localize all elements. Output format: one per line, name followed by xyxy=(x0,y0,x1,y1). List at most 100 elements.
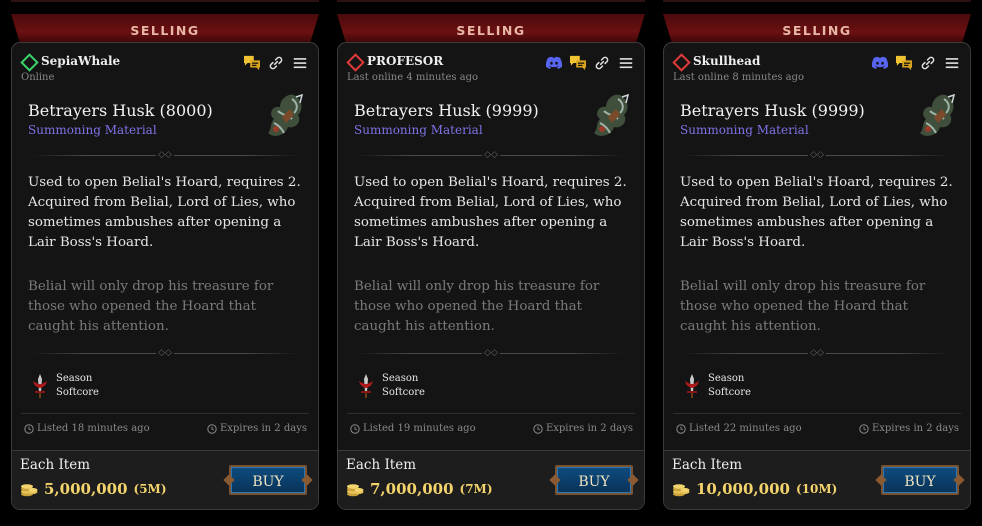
price-value: 10,000,000 xyxy=(696,480,790,498)
price-row: 7,000,000 (7M) xyxy=(346,480,493,498)
listing-card: SELLING SepiaWhale Online Betrayers Husk… xyxy=(11,0,319,526)
buy-button[interactable]: BUY xyxy=(555,465,633,495)
listed-time: Listed 18 minutes ago xyxy=(24,423,150,434)
discord-icon[interactable] xyxy=(545,55,563,71)
seller-actions xyxy=(871,54,961,72)
selling-banner: SELLING xyxy=(663,14,971,44)
buy-button[interactable]: BUY xyxy=(229,465,307,495)
price-short: (5M) xyxy=(133,482,167,496)
listing-card: SELLING PROFESOR Last online 4 minutes a… xyxy=(337,0,645,526)
status-diamond-icon xyxy=(20,53,39,72)
listing-panel: PROFESOR Last online 4 minutes ago Betra… xyxy=(337,42,645,510)
league-info: Season Softcore xyxy=(56,372,99,400)
item-name: Betrayers Husk (9999) xyxy=(680,101,865,120)
clock-icon xyxy=(676,423,686,434)
separator xyxy=(673,413,961,414)
league-mode: Softcore xyxy=(56,387,99,398)
each-item-label: Each Item xyxy=(672,457,742,473)
item-husk-icon xyxy=(920,93,956,136)
menu-icon[interactable] xyxy=(291,55,309,71)
item-name: Betrayers Husk (9999) xyxy=(354,101,539,120)
link-icon[interactable] xyxy=(593,55,611,71)
league-info: Season Softcore xyxy=(708,372,751,400)
league-mode: Softcore xyxy=(708,387,751,398)
chat-icon[interactable] xyxy=(243,55,261,71)
item-type: Summoning Material xyxy=(28,123,157,137)
seller-name[interactable]: Skullhead xyxy=(693,54,760,68)
league-season: Season xyxy=(708,373,745,384)
league-sword-icon xyxy=(359,374,373,398)
divider-ornament-icon: ◇◇ xyxy=(482,348,500,358)
league-mode: Softcore xyxy=(382,387,425,398)
seller-row: PROFESOR xyxy=(346,53,635,72)
item-description: Used to open Belial's Hoard, requires 2.… xyxy=(354,175,627,250)
price-row: 5,000,000 (5M) xyxy=(20,480,167,498)
chat-icon[interactable] xyxy=(569,55,587,71)
listed-text: Listed 18 minutes ago xyxy=(37,423,150,434)
banner-top-line xyxy=(663,0,971,2)
item-husk-icon xyxy=(594,93,630,136)
league-info: Season Softcore xyxy=(382,372,425,400)
divider-ornament-icon: ◇◇ xyxy=(482,150,500,160)
clock-icon xyxy=(859,423,869,434)
status-diamond-icon xyxy=(672,53,691,72)
menu-icon[interactable] xyxy=(943,55,961,71)
expires-text: Expires in 2 days xyxy=(219,423,307,434)
coins-icon xyxy=(673,484,690,497)
item-flavor-text: Belial will only drop his treasure for t… xyxy=(354,279,600,334)
listed-time: Listed 19 minutes ago xyxy=(350,423,476,434)
league-season: Season xyxy=(56,373,93,384)
selling-banner: SELLING xyxy=(337,14,645,44)
league-sword-icon xyxy=(685,374,699,398)
discord-icon[interactable] xyxy=(871,55,889,71)
divider-ornament-icon: ◇◇ xyxy=(156,348,174,358)
listing-panel: Skullhead Last online 8 minutes ago Betr… xyxy=(663,42,971,510)
price-value: 5,000,000 xyxy=(44,480,128,498)
online-status-text: Online xyxy=(21,72,55,83)
banner-top-line xyxy=(11,0,319,2)
expires-time: Expires in 2 days xyxy=(533,423,633,434)
item-type: Summoning Material xyxy=(680,123,809,137)
price-short: (10M) xyxy=(795,482,838,496)
item-description: Used to open Belial's Hoard, requires 2.… xyxy=(680,175,953,250)
item-name: Betrayers Husk (8000) xyxy=(28,101,213,120)
menu-icon[interactable] xyxy=(617,55,635,71)
chat-icon[interactable] xyxy=(895,55,913,71)
seller-name[interactable]: SepiaWhale xyxy=(41,54,120,68)
listed-text: Listed 19 minutes ago xyxy=(363,423,476,434)
price-footer: Each Item 7,000,000 (7M) BUY xyxy=(338,450,644,509)
expires-time: Expires in 2 days xyxy=(859,423,959,434)
expires-text: Expires in 2 days xyxy=(871,423,959,434)
buy-button[interactable]: BUY xyxy=(881,465,959,495)
divider: ◇◇ xyxy=(358,348,624,358)
price-short: (7M) xyxy=(459,482,493,496)
price-value: 7,000,000 xyxy=(370,480,454,498)
link-icon[interactable] xyxy=(267,55,285,71)
expires-time: Expires in 2 days xyxy=(207,423,307,434)
league-sword-icon xyxy=(33,374,47,398)
price-row: 10,000,000 (10M) xyxy=(672,480,837,498)
item-flavor-text: Belial will only drop his treasure for t… xyxy=(28,279,274,334)
divider: ◇◇ xyxy=(32,150,298,160)
banner-top-line xyxy=(337,0,645,2)
coins-icon xyxy=(21,484,38,497)
clock-icon xyxy=(24,423,34,434)
divider-ornament-icon: ◇◇ xyxy=(156,150,174,160)
item-description: Used to open Belial's Hoard, requires 2.… xyxy=(28,175,301,250)
item-type: Summoning Material xyxy=(354,123,483,137)
separator xyxy=(347,413,635,414)
seller-row: Skullhead xyxy=(672,53,961,72)
seller-name[interactable]: PROFESOR xyxy=(367,54,443,68)
online-status-text: Last online 8 minutes ago xyxy=(673,72,805,83)
listing-panel: SepiaWhale Online Betrayers Husk (8000) … xyxy=(11,42,319,510)
price-footer: Each Item 5,000,000 (5M) BUY xyxy=(12,450,318,509)
divider: ◇◇ xyxy=(358,150,624,160)
status-diamond-icon xyxy=(346,53,365,72)
clock-icon xyxy=(350,423,360,434)
link-icon[interactable] xyxy=(919,55,937,71)
expires-text: Expires in 2 days xyxy=(545,423,633,434)
price-footer: Each Item 10,000,000 (10M) BUY xyxy=(664,450,970,509)
divider: ◇◇ xyxy=(684,348,950,358)
item-husk-icon xyxy=(268,93,304,136)
each-item-label: Each Item xyxy=(20,457,90,473)
